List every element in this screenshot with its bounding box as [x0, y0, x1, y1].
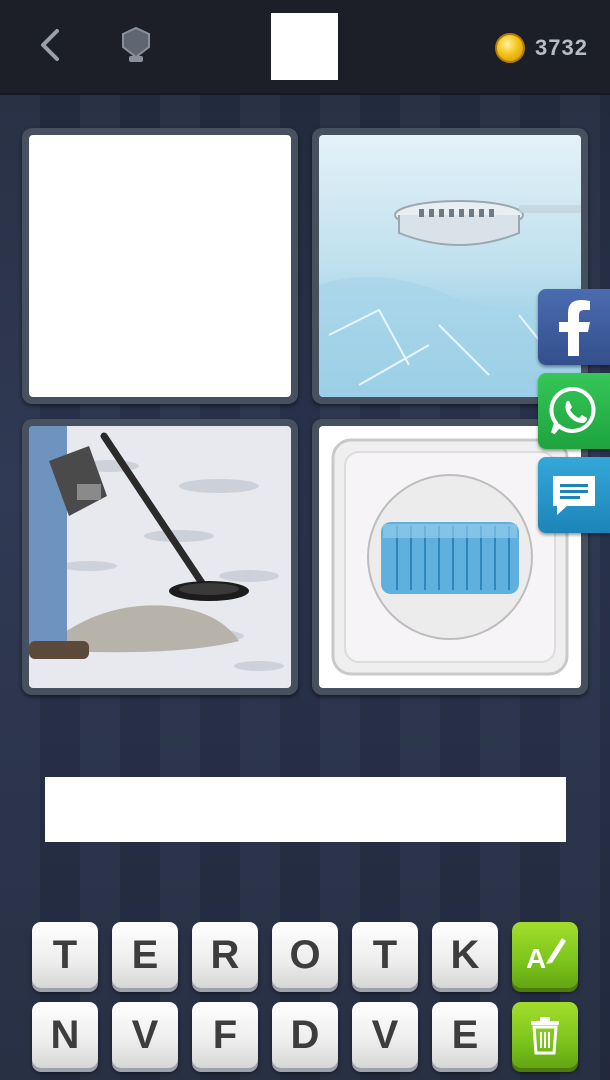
- level-indicator: [271, 13, 338, 80]
- gold-coin-icon: [495, 33, 526, 63]
- facebook-share-button[interactable]: [538, 289, 610, 365]
- top-bar: 3732: [0, 0, 610, 95]
- letter-key[interactable]: E: [112, 922, 178, 988]
- picture-tile-1[interactable]: [22, 128, 298, 404]
- letter-key[interactable]: T: [32, 922, 98, 988]
- letter-key[interactable]: N: [32, 1002, 98, 1068]
- facebook-icon: [559, 300, 590, 356]
- letter-key[interactable]: V: [112, 1002, 178, 1068]
- chevron-left-icon: [41, 29, 59, 61]
- metal-detector-image: [29, 426, 291, 688]
- level-shield-button[interactable]: [116, 22, 156, 68]
- letter-key[interactable]: K: [432, 922, 498, 988]
- whatsapp-share-button[interactable]: [538, 373, 610, 449]
- coin-count: 3732: [535, 35, 588, 60]
- coin-counter[interactable]: 3732: [495, 28, 588, 68]
- answer-slots[interactable]: [45, 777, 566, 842]
- svg-text:A: A: [526, 943, 546, 974]
- picture-image-3: [29, 426, 291, 688]
- whatsapp-icon: [549, 386, 596, 435]
- reveal-letter-button[interactable]: A: [512, 922, 578, 988]
- letter-key[interactable]: D: [272, 1002, 338, 1068]
- picture-image-1: [29, 135, 291, 397]
- trash-icon: [531, 1017, 559, 1055]
- letter-key[interactable]: R: [192, 922, 258, 988]
- shield-icon: [122, 26, 150, 62]
- reveal-letter-icon: A: [526, 938, 566, 974]
- picture-tile-3[interactable]: [22, 419, 298, 695]
- letter-key[interactable]: V: [352, 1002, 418, 1068]
- back-button[interactable]: [30, 22, 70, 68]
- message-share-button[interactable]: [538, 457, 610, 533]
- remove-letters-button[interactable]: [512, 1002, 578, 1068]
- letter-key[interactable]: O: [272, 922, 338, 988]
- letter-key[interactable]: F: [192, 1002, 258, 1068]
- letter-key[interactable]: T: [352, 922, 418, 988]
- letter-key[interactable]: E: [432, 1002, 498, 1068]
- message-icon: [553, 476, 595, 515]
